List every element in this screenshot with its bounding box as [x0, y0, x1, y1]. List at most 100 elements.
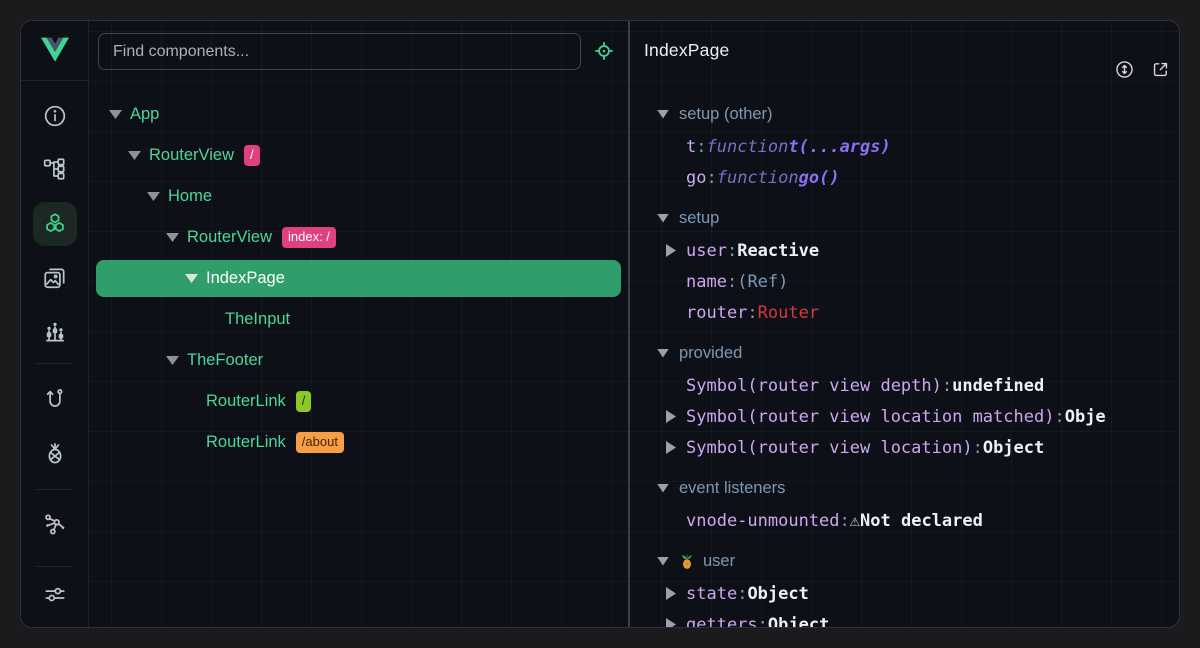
open-in-editor-button[interactable]	[1146, 55, 1174, 83]
sidebar-item-graph[interactable]	[33, 502, 77, 546]
state-row-Symbol-router-view-location-[interactable]: Symbol(router view location) : Object	[630, 432, 1180, 463]
tree-node-Home[interactable]: Home	[89, 176, 628, 217]
collapse-arrow-icon[interactable]	[128, 151, 141, 160]
sidebar-item-assets[interactable]	[33, 256, 77, 300]
state-row-t: t : function t(...args)	[630, 131, 1180, 162]
vue-logo-icon	[21, 21, 89, 81]
selected-node-highlight	[96, 260, 621, 297]
collapse-arrow-icon[interactable]	[657, 110, 669, 119]
state-key: Symbol(router view depth)	[686, 376, 942, 396]
expand-arrow-icon[interactable]	[666, 618, 676, 627]
pinia-icon	[42, 440, 68, 466]
state-key: go	[686, 168, 706, 188]
timeline-icon	[42, 319, 68, 345]
state-inspector-panel: IndexPage setup (other) t : function t(..…	[630, 21, 1180, 627]
section-header-event-listeners[interactable]: event listeners	[630, 471, 1180, 505]
state-value: t(...args)	[788, 137, 890, 157]
scroll-to-component-button[interactable]	[1110, 55, 1138, 83]
sidebar-item-pinia[interactable]	[33, 431, 77, 475]
section-header-provided[interactable]: provided	[630, 336, 1180, 370]
section-header-setup[interactable]: setup	[630, 201, 1180, 235]
collapse-arrow-icon[interactable]	[657, 214, 669, 223]
tree-node-IndexPage[interactable]: IndexPage	[89, 258, 628, 299]
sidebar-divider	[37, 566, 73, 567]
collapse-arrow-icon[interactable]	[109, 110, 122, 119]
state-row-state[interactable]: state : Object	[630, 578, 1180, 609]
section-label: setup (other)	[679, 105, 773, 124]
collapse-arrow-icon[interactable]	[657, 484, 669, 493]
key-value-separator: :	[1054, 407, 1064, 427]
target-icon	[593, 40, 615, 62]
state-value: Router	[758, 303, 819, 323]
tree-node-label: RouterLink	[206, 392, 286, 411]
tree-node-label: TheFooter	[187, 351, 263, 370]
tree-node-label: RouterLink	[206, 433, 286, 452]
state-value: Reactive	[737, 241, 819, 261]
key-value-separator: :	[737, 584, 747, 604]
expand-arrow-icon[interactable]	[666, 441, 676, 454]
search-row	[89, 21, 628, 94]
component-tree-panel: App RouterView / HomeRouterViewindex: / Inde…	[89, 21, 628, 627]
pages-icon	[42, 156, 68, 182]
pinia-icon	[679, 553, 695, 570]
expand-arrow-icon[interactable]	[666, 587, 676, 600]
sidebar-divider	[37, 489, 73, 490]
sidebar-item-settings[interactable]	[33, 572, 77, 616]
sidebar-item-router[interactable]	[33, 377, 77, 421]
sidebar-item-components[interactable]	[33, 202, 77, 246]
tree-node-RouterLink[interactable]: RouterLink/about	[89, 422, 628, 463]
tree-node-RouterLink[interactable]: RouterLink/	[89, 381, 628, 422]
state-value: Not declared	[860, 511, 983, 531]
state-value: function	[717, 168, 799, 188]
info-icon	[42, 103, 68, 129]
collapse-arrow-icon[interactable]	[657, 349, 669, 358]
expand-arrow-icon[interactable]	[666, 244, 676, 257]
state-key: router	[686, 303, 747, 323]
graph-icon	[42, 511, 68, 537]
tree-node-RouterView[interactable]: RouterViewindex: /	[89, 217, 628, 258]
state-row-user[interactable]: user : Reactive	[630, 235, 1180, 266]
collapse-arrow-icon[interactable]	[166, 356, 179, 365]
state-row-Symbol-router-view-location-matched-[interactable]: Symbol(router view location matched) : O…	[630, 401, 1180, 432]
key-value-separator: :	[758, 615, 768, 628]
state-key: Symbol(router view location matched)	[686, 407, 1054, 427]
section-label: user	[703, 552, 735, 571]
sidebar-item-pages[interactable]	[33, 147, 77, 191]
key-value-separator: :	[706, 168, 716, 188]
state-value: Object	[768, 615, 829, 628]
tree-node-label: IndexPage	[206, 269, 285, 288]
component-picker-button[interactable]	[590, 37, 618, 65]
state-value: ⚠	[850, 511, 860, 531]
tree-node-RouterView[interactable]: RouterView /	[89, 135, 628, 176]
state-key: state	[686, 584, 737, 604]
tree-node-TheInput[interactable]: TheInput	[89, 299, 628, 340]
state-value: function	[707, 137, 789, 157]
sidebar-item-info[interactable]	[33, 94, 77, 138]
state-row-vnode-unmounted: vnode-unmounted : ⚠ Not declared	[630, 505, 1180, 536]
state-value: undefined	[952, 376, 1044, 396]
sidebar-item-timeline[interactable]	[33, 310, 77, 354]
tree-node-TheFooter[interactable]: TheFooter	[89, 340, 628, 381]
section-header-user[interactable]: user	[630, 544, 1180, 578]
section-header-setup-other-[interactable]: setup (other)	[630, 97, 1180, 131]
collapse-arrow-icon[interactable]	[147, 192, 160, 201]
tree-node-App[interactable]: App	[89, 94, 628, 135]
tree-node-label: RouterView	[187, 228, 272, 247]
state-value: Object	[747, 584, 808, 604]
assets-icon	[42, 265, 68, 291]
state-key: user	[686, 241, 727, 261]
tree-node-label: RouterView	[149, 146, 234, 165]
search-input[interactable]	[98, 33, 581, 70]
state-row-getters[interactable]: getters : Object	[630, 609, 1180, 627]
collapse-arrow-icon[interactable]	[166, 233, 179, 242]
key-value-separator: :	[727, 241, 737, 261]
router-icon	[42, 386, 68, 412]
route-badge: /about	[296, 432, 344, 452]
state-row-go: go : function go()	[630, 162, 1180, 193]
expand-arrow-icon[interactable]	[666, 410, 676, 423]
inspected-component-title: IndexPage	[644, 40, 729, 61]
state-key: t	[686, 137, 696, 157]
route-badge: /	[244, 145, 260, 165]
collapse-arrow-icon[interactable]	[657, 557, 669, 566]
state-value: Object	[983, 438, 1044, 458]
